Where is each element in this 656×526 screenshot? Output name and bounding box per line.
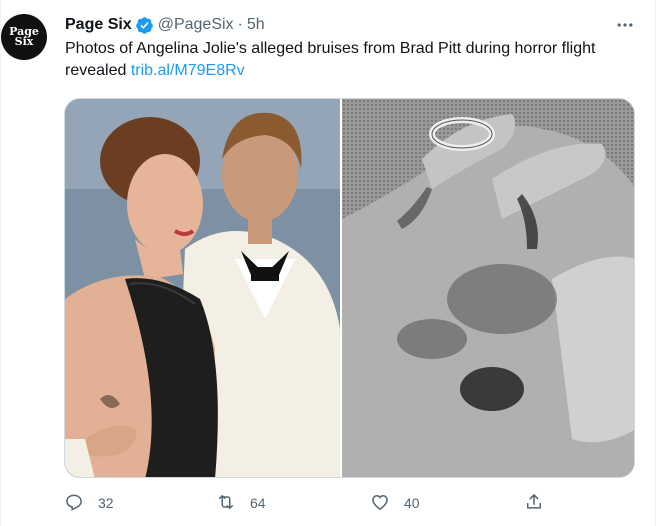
retweet-icon <box>216 492 236 515</box>
like-count: 40 <box>404 495 420 511</box>
timestamp[interactable]: 5h <box>247 16 265 34</box>
more-options-icon[interactable] <box>613 14 637 36</box>
share-icon <box>524 492 544 515</box>
heart-icon <box>370 492 390 515</box>
photo-couple-red-carpet-icon[interactable] <box>65 99 340 477</box>
retweet-count: 64 <box>250 495 266 511</box>
action-bar: 32 64 40 <box>64 490 554 516</box>
avatar[interactable]: Page Six <box>1 14 47 60</box>
tweet-link[interactable]: trib.al/M79E8Rv <box>131 62 245 79</box>
media-grid[interactable] <box>64 98 635 478</box>
reply-count: 32 <box>98 495 114 511</box>
like-button[interactable]: 40 <box>370 490 420 516</box>
handle[interactable]: @PageSix <box>158 16 234 34</box>
reply-icon <box>64 492 84 515</box>
share-button[interactable] <box>524 490 544 516</box>
tweet-text: Photos of Angelina Jolie's alleged bruis… <box>65 38 645 82</box>
verified-badge-icon <box>135 16 154 35</box>
reply-button[interactable]: 32 <box>64 490 114 516</box>
display-name[interactable]: Page Six <box>65 16 132 34</box>
avatar-text-line2: Six <box>14 35 34 48</box>
separator-dot: · <box>237 16 243 33</box>
photo-bruised-hand-grayscale-icon[interactable] <box>340 99 634 477</box>
retweet-button[interactable]: 64 <box>216 490 266 516</box>
tweet-card[interactable]: Page Six Page Six @PageSix · 5h Photos o… <box>0 0 656 526</box>
tweet-header: Page Six @PageSix · 5h <box>65 14 265 36</box>
